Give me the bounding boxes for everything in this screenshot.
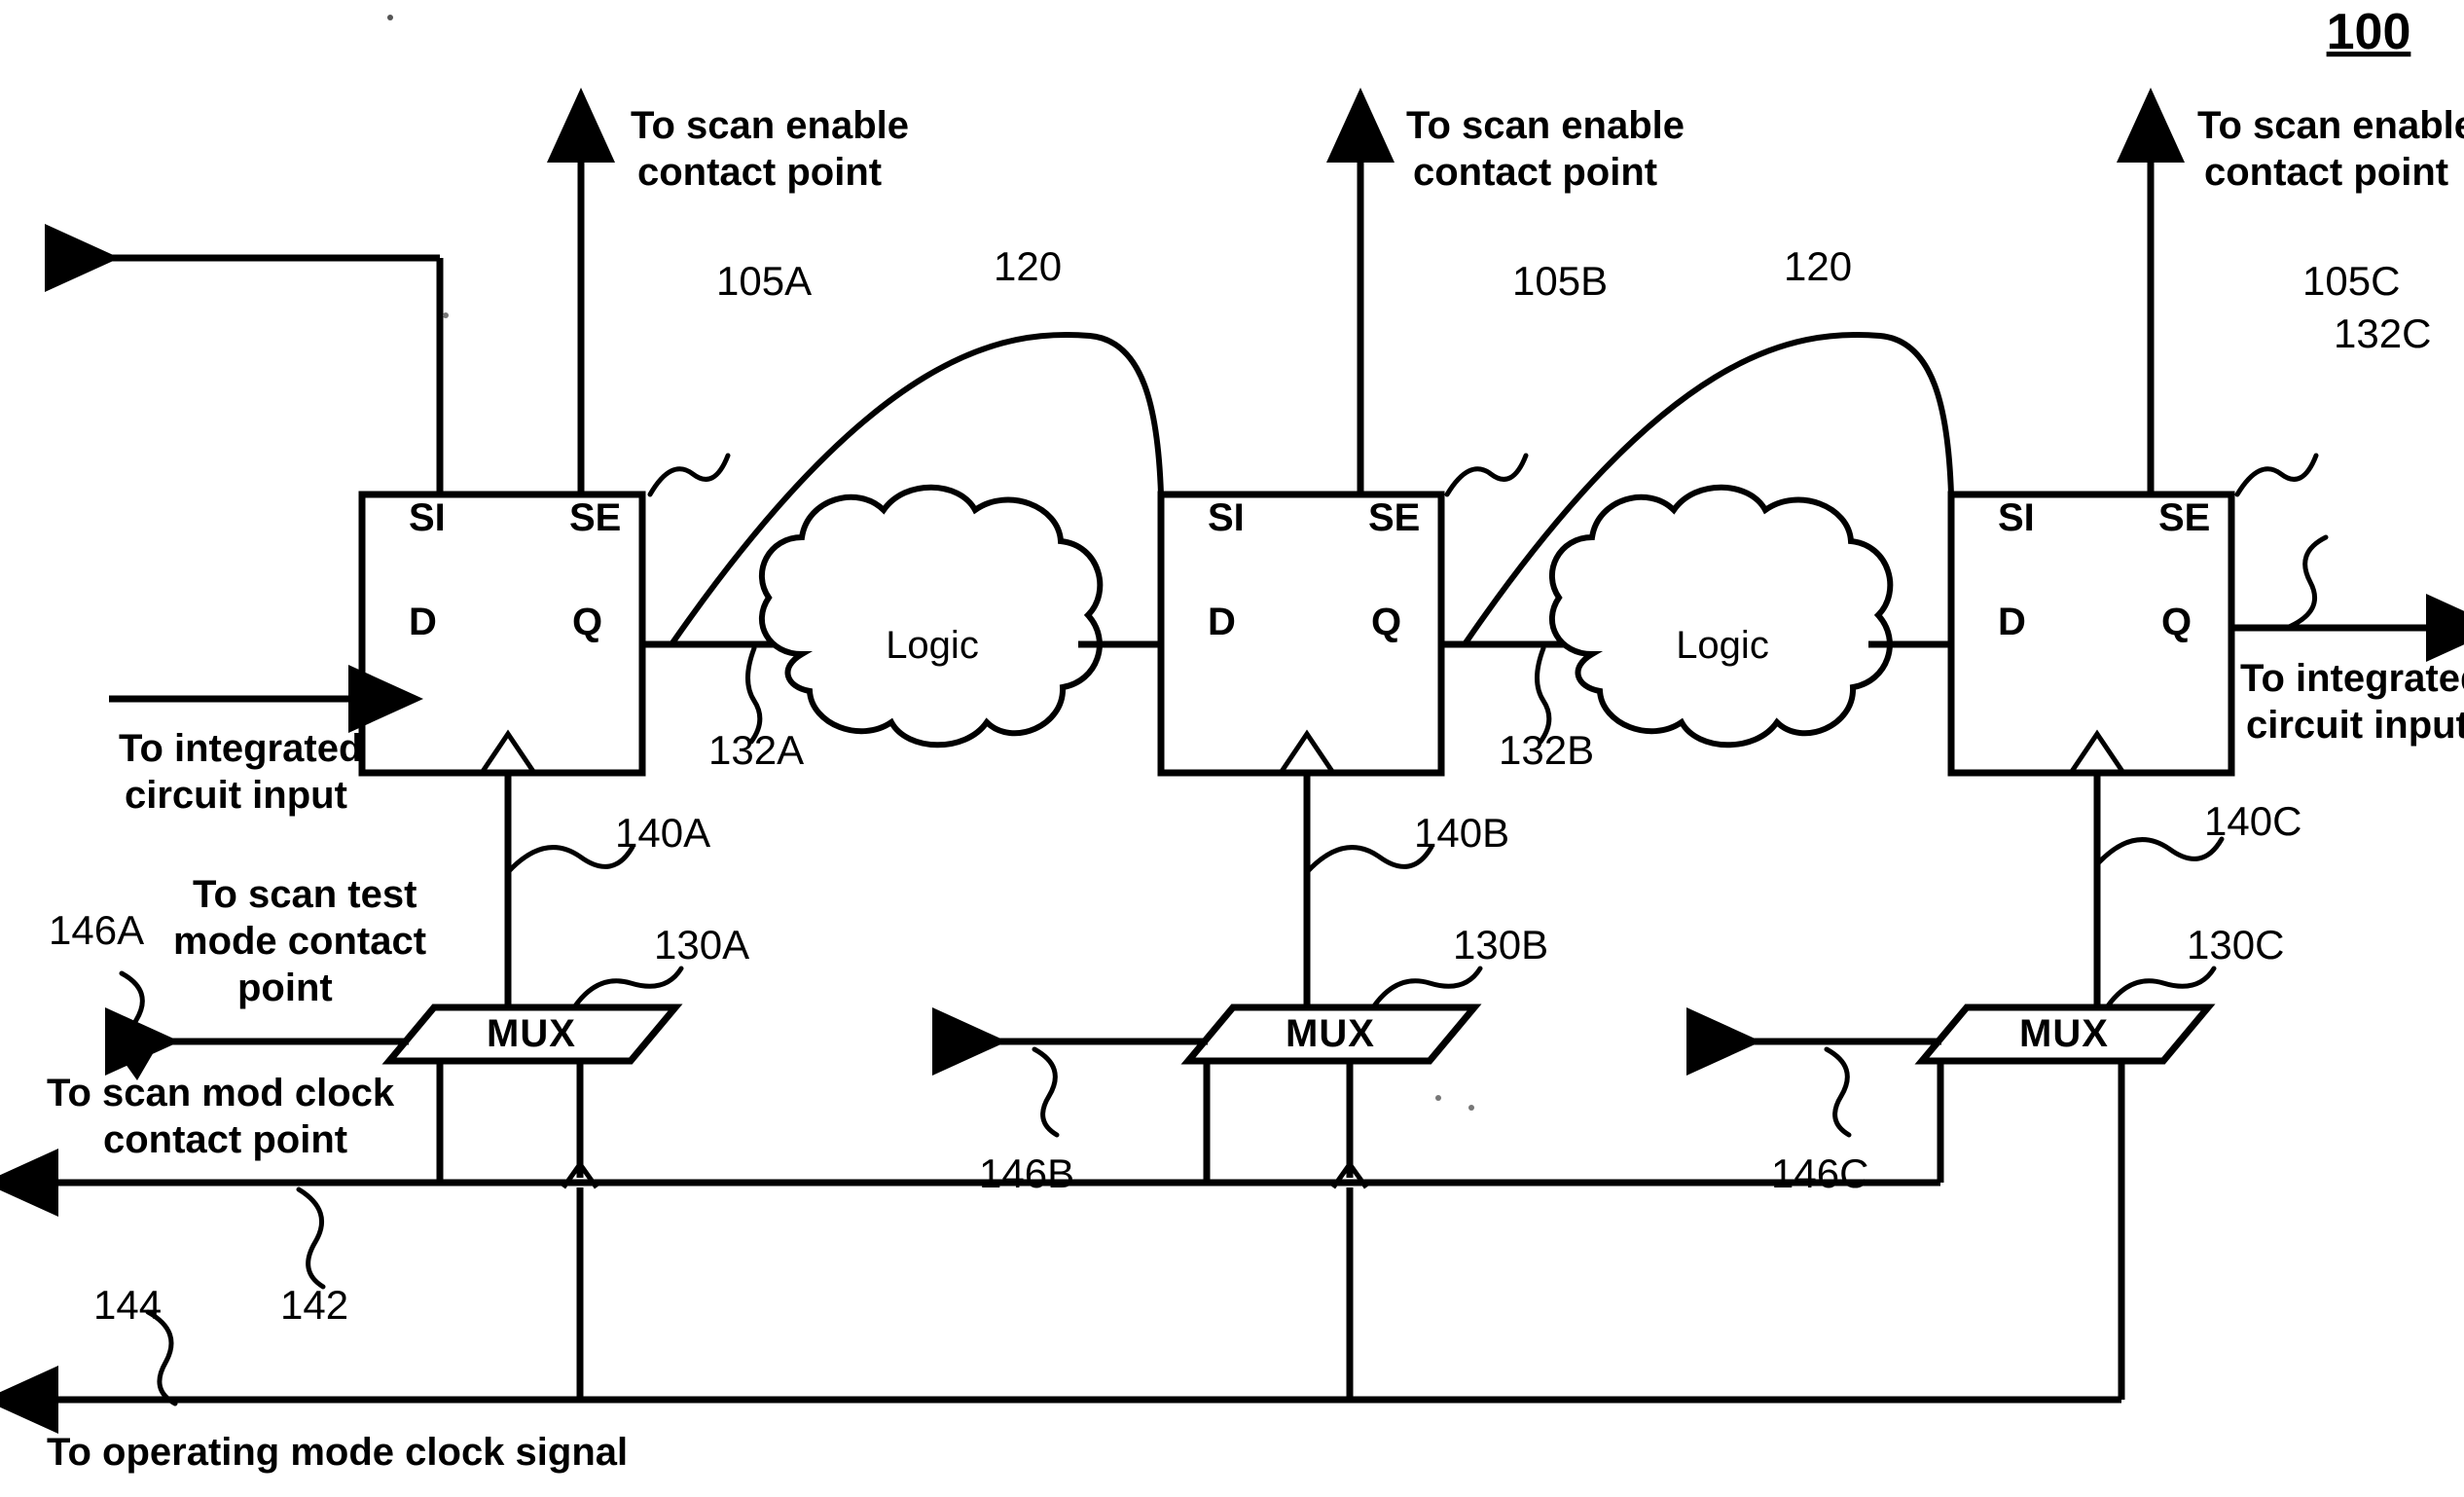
ref-140b-text: 140B <box>1414 810 1509 856</box>
ref-105a-text: 105A <box>716 258 812 304</box>
flipflop-a[interactable]: SI SE D Q <box>358 491 646 777</box>
mux-b[interactable]: MUX <box>1180 1004 1482 1065</box>
scan-test-mode-line3: point <box>237 967 333 1009</box>
scan-enable-label-a-line2: contact point <box>637 151 882 194</box>
scan-enable-label-a-line1: To scan enable <box>631 104 909 147</box>
figure-number: 100 <box>2327 4 2411 60</box>
ref-142-text: 142 <box>280 1282 348 1328</box>
ref-105b-text: 105B <box>1512 258 1608 304</box>
ref-130c: 130C <box>2104 922 2284 1010</box>
ref-146c-text: 146C <box>1771 1150 1868 1196</box>
ref-140c-text: 140C <box>2204 798 2301 844</box>
scan-enable-label-b-line1: To scan enable <box>1406 104 1685 147</box>
ref-130b: 130B <box>1370 922 1548 1010</box>
ref-146b-text: 146B <box>979 1150 1074 1196</box>
ref-132a-text: 132A <box>708 727 804 773</box>
flipflop-b-pin-se: SE <box>1368 496 1420 539</box>
ref-132b-text: 132B <box>1499 727 1594 773</box>
scan-enable-label-c-line2: contact point <box>2204 151 2448 194</box>
ref-105c-text: 105C <box>2302 258 2400 304</box>
scan-mode-clock-line2: contact point <box>103 1118 347 1161</box>
ref-144-text: 144 <box>93 1282 162 1328</box>
ref-120-first-text: 120 <box>994 243 1062 289</box>
ref-130c-text: 130C <box>2187 922 2284 968</box>
logic-cloud-2-shape <box>1548 484 1894 748</box>
mux-b-label: MUX <box>1286 1012 1375 1055</box>
flipflop-b-pin-q: Q <box>1371 601 1401 643</box>
logic-cloud-1[interactable]: Logic <box>758 484 1104 748</box>
mux-a-input1-wire <box>561 1061 599 1400</box>
flipflop-a-pin-q: Q <box>572 601 602 643</box>
mux-a[interactable]: MUX <box>381 1004 683 1065</box>
patent-figure-root: 100 SI SE D Q To scan enable contact poi… <box>0 0 2464 1497</box>
figure-number-text: 100 <box>2327 4 2411 60</box>
scan-test-mode-line1: To scan test <box>193 873 417 916</box>
flipflop-a-pin-d: D <box>409 601 437 643</box>
scan-out-left-wire <box>44 224 444 494</box>
ic-input-right-label: To integrated circuit input <box>2240 657 2464 747</box>
ref-146a-text: 146A <box>49 907 144 953</box>
ic-input-right-line1: To integrated <box>2240 657 2464 700</box>
flipflop-c-pin-si: SI <box>1998 496 2035 539</box>
flipflop-b[interactable]: SI SE D Q <box>1157 491 1445 777</box>
ref-105c: 105C <box>2234 258 2400 497</box>
flipflop-b-pin-d: D <box>1208 601 1236 643</box>
scan-enable-label-a: To scan enable contact point <box>631 104 909 194</box>
ref-146b: 146B <box>979 1046 1074 1196</box>
flipflop-c[interactable]: SI SE D Q <box>1947 491 2235 777</box>
flipflop-c-pin-q: Q <box>2161 601 2192 643</box>
ref-146a: 146A <box>49 907 160 1080</box>
flipflop-a-pin-si: SI <box>409 496 446 539</box>
scan-chain-diagram: 100 SI SE D Q To scan enable contact poi… <box>0 4 2464 1474</box>
ref-130a: 130A <box>571 922 749 1010</box>
ref-130b-text: 130B <box>1453 922 1548 968</box>
scan-enable-label-b: To scan enable contact point <box>1406 104 1685 194</box>
ic-input-left-label: To integrated circuit input <box>119 727 362 817</box>
flipflop-c-pin-se: SE <box>2158 496 2210 539</box>
mux-b-input1-wire <box>1330 1061 1369 1400</box>
operating-mode-clock-label: To operating mode clock signal <box>47 1431 628 1474</box>
logic-cloud-2-label: Logic <box>1676 624 1769 667</box>
logic-cloud-2[interactable]: Logic <box>1548 484 1894 748</box>
ref-130a-text: 130A <box>654 922 749 968</box>
flipflop-a-pin-se: SE <box>569 496 621 539</box>
ref-132c-text: 132C <box>2334 310 2431 356</box>
mux-c[interactable]: MUX <box>1914 1004 2216 1065</box>
ref-105a: 105A <box>647 258 812 497</box>
ic-input-left-line2: circuit input <box>125 774 347 817</box>
logic-cloud-1-label: Logic <box>886 624 979 667</box>
flipflop-b-pin-si: SI <box>1208 496 1245 539</box>
scan-enable-label-c: To scan enable contact point <box>2197 104 2464 194</box>
ref-146c: 146C <box>1771 1046 1868 1196</box>
scan-enable-label-b-line2: contact point <box>1413 151 1657 194</box>
ic-input-right-line2: circuit input <box>2246 704 2464 747</box>
mux-a-label: MUX <box>487 1012 576 1055</box>
ref-140a: 140A <box>505 810 710 875</box>
logic-cloud-1-shape <box>758 484 1104 748</box>
scan-test-mode-line2: mode contact <box>173 920 426 963</box>
mux-c-label: MUX <box>2019 1012 2109 1055</box>
scan-mode-clock-line1: To scan mod clock <box>47 1072 395 1114</box>
scan-test-mode-label: To scan test mode contact point <box>173 873 426 1009</box>
ref-140b: 140B <box>1304 810 1509 875</box>
ref-140a-text: 140A <box>615 810 710 856</box>
flipflop-c-pin-d: D <box>1998 601 2026 643</box>
ic-input-left-line1: To integrated <box>119 727 362 770</box>
ref-120-second-text: 120 <box>1784 243 1852 289</box>
scan-enable-label-c-line1: To scan enable <box>2197 104 2464 147</box>
ref-105b: 105B <box>1444 258 1608 497</box>
ref-140c: 140C <box>2094 798 2301 867</box>
